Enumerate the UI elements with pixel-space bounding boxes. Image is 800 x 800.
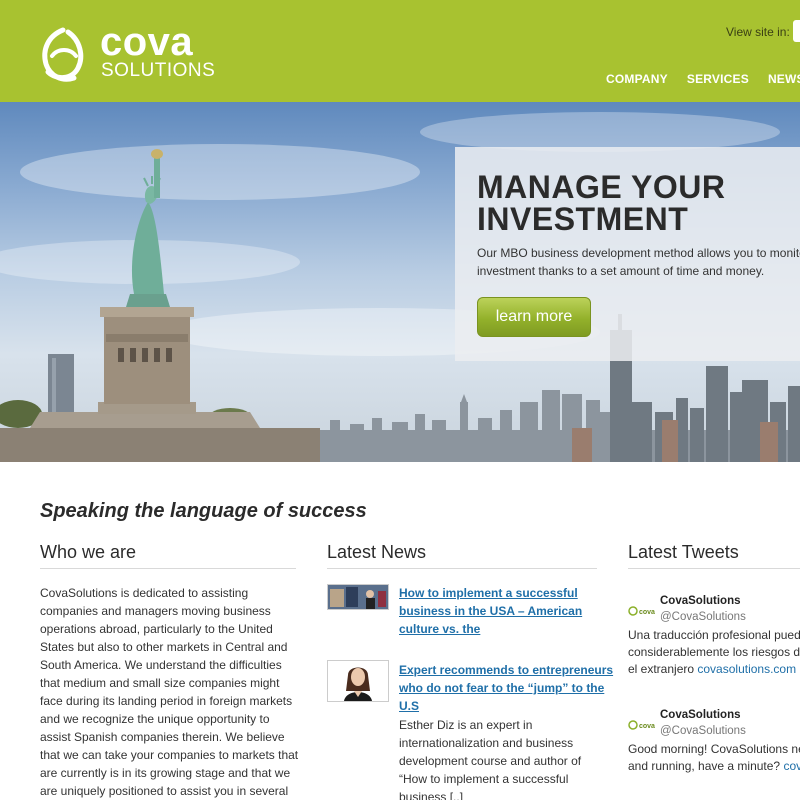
- promo-text: Our MBO business development method allo…: [477, 246, 800, 278]
- svg-text:cova: cova: [639, 609, 655, 616]
- tweet-author-name[interactable]: CovaSolutions: [660, 595, 741, 607]
- twitter-avatar-icon[interactable]: cova: [628, 604, 656, 622]
- latest-tweets-heading: Latest Tweets: [628, 542, 739, 562]
- who-we-are-heading: Who we are: [40, 542, 137, 562]
- svg-text:cova: cova: [639, 723, 655, 730]
- nav-services[interactable]: SERVICES: [687, 72, 749, 86]
- nav-news[interactable]: NEWS: [768, 72, 800, 86]
- divider: [628, 568, 800, 569]
- twitter-avatar-icon[interactable]: cova: [628, 718, 656, 736]
- tagline: Speaking the language of success: [40, 500, 367, 522]
- news-thumbnail[interactable]: [327, 660, 389, 702]
- main-nav: COMPANY SERVICES NEWS: [606, 72, 800, 86]
- news-thumbnail[interactable]: [327, 584, 389, 610]
- news-photo-image: [328, 585, 388, 609]
- promo-panel: MANAGE YOUR INVESTMENT Our MBO business …: [455, 147, 800, 361]
- promo-title: MANAGE YOUR INVESTMENT: [477, 169, 726, 237]
- tweet-author-name[interactable]: CovaSolutions: [660, 709, 741, 721]
- nav-company[interactable]: COMPANY: [606, 72, 668, 86]
- tweet-text: Una traducción profesional puede r consi…: [628, 628, 800, 676]
- cova-solutions-logo[interactable]: cova SOLUTIONS: [38, 20, 228, 88]
- logo-word: cova: [100, 20, 194, 64]
- logo-subtitle: SOLUTIONS: [101, 60, 216, 81]
- hero-banner: MANAGE YOUR INVESTMENT Our MBO business …: [0, 102, 800, 462]
- logo-swirl-icon: [42, 27, 84, 82]
- tweet-link[interactable]: covas: [783, 759, 800, 773]
- learn-more-button[interactable]: learn more: [477, 297, 591, 337]
- language-select[interactable]: [793, 20, 800, 42]
- divider: [327, 568, 597, 569]
- news-photo-image: [328, 661, 388, 701]
- news-title-link[interactable]: Expert recommends to entrepreneurs who d…: [399, 661, 613, 715]
- tweet-link[interactable]: covasolutions.com: [697, 662, 796, 676]
- tweet-author-handle[interactable]: @CovaSolutions: [660, 611, 746, 623]
- who-we-are-text: CovaSolutions is dedicated to assisting …: [40, 586, 299, 798]
- news-title-link[interactable]: How to implement a successful business i…: [399, 584, 582, 638]
- divider: [40, 568, 296, 569]
- view-site-label: View site in:: [726, 25, 790, 39]
- news-excerpt: Esther Diz is an expert in international…: [399, 718, 582, 800]
- latest-news-heading: Latest News: [327, 542, 427, 562]
- site-header: cova SOLUTIONS View site in: COMPANY SER…: [0, 0, 800, 102]
- tweet-author-handle[interactable]: @CovaSolutions: [660, 725, 746, 737]
- tweet-text: Good morning! CovaSolutions new and runn…: [628, 741, 800, 775]
